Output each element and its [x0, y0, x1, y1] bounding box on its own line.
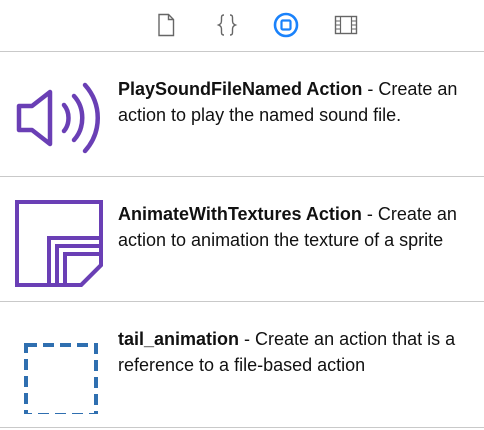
item-title: PlaySoundFileNamed Action [118, 79, 363, 99]
item-separator: - [239, 329, 256, 349]
object-library-panel: PlaySoundFileNamed Action - Create an ac… [0, 0, 484, 430]
library-item-text: AnimateWithTextures Action - Create an a… [118, 201, 468, 253]
object-library-icon [273, 12, 299, 38]
library-item-tail-animation[interactable]: tail_animation - Create an action that i… [0, 302, 484, 428]
object-library-tab[interactable] [273, 12, 299, 38]
library-item-text: tail_animation - Create an action that i… [118, 326, 468, 378]
file-template-tab[interactable] [153, 12, 179, 38]
media-library-icon [334, 15, 358, 35]
library-item-animate-textures[interactable]: AnimateWithTextures Action - Create an a… [0, 177, 484, 302]
code-snippet-tab[interactable] [214, 12, 240, 38]
braces-icon [216, 14, 238, 36]
library-item-play-sound[interactable]: PlaySoundFileNamed Action - Create an ac… [0, 52, 484, 177]
item-separator: - [361, 204, 378, 224]
speaker-icon [12, 72, 108, 164]
item-title: AnimateWithTextures Action [118, 204, 362, 224]
file-icon [158, 13, 175, 37]
library-toolbar [0, 0, 484, 52]
media-library-tab[interactable] [333, 12, 359, 38]
item-separator: - [362, 79, 379, 99]
dashed-reference-icon [12, 322, 108, 417]
item-title: tail_animation [118, 329, 240, 349]
library-item-text: PlaySoundFileNamed Action - Create an ac… [118, 76, 468, 128]
library-list: PlaySoundFileNamed Action - Create an ac… [0, 52, 484, 428]
stacked-textures-icon [12, 197, 108, 289]
